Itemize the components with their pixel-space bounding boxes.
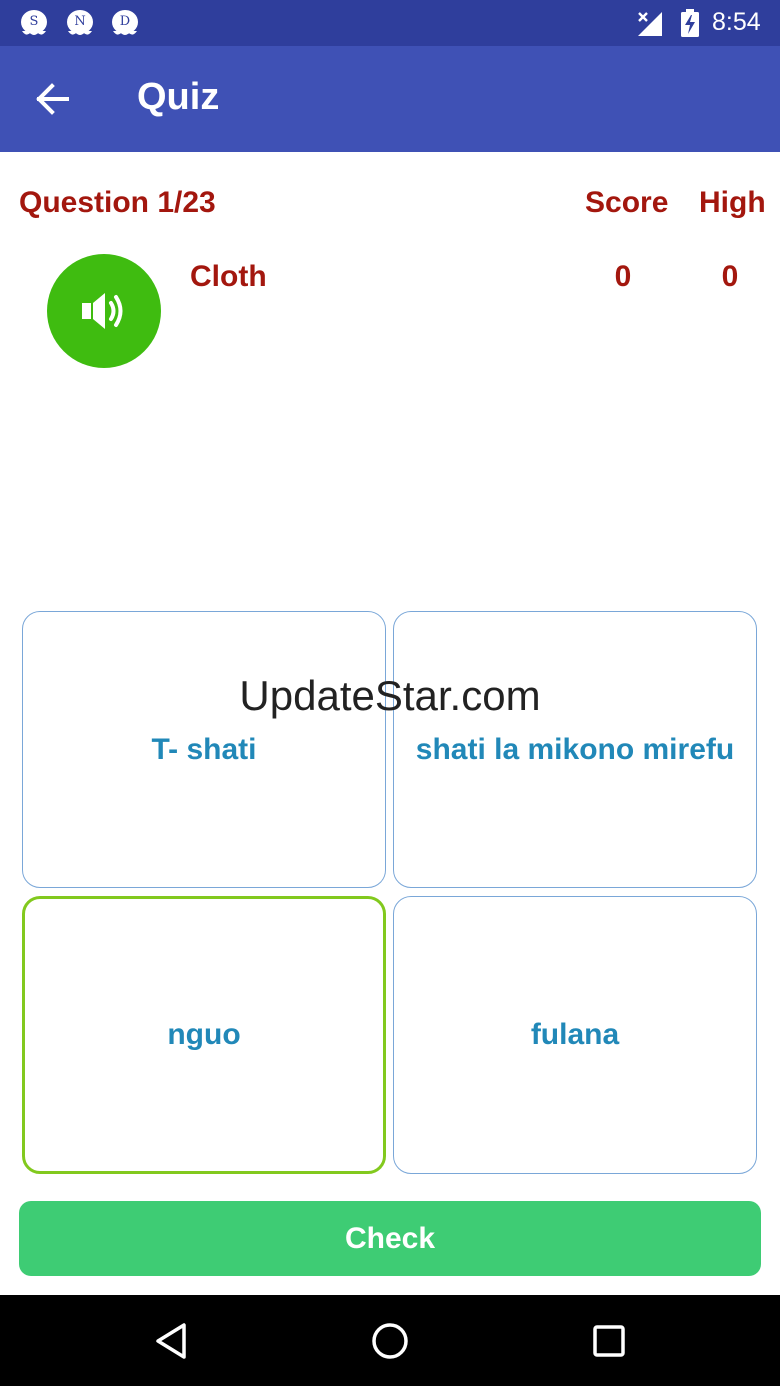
play-audio-button[interactable]	[47, 254, 161, 368]
question-counter: Question 1/23	[19, 186, 216, 219]
speaker-icon	[82, 293, 123, 329]
answer-option-label: shati la mikono mirefu	[415, 732, 735, 766]
app-bar: Quiz	[0, 46, 780, 152]
notification-d-icon: D	[110, 9, 140, 37]
high-label: High	[699, 186, 766, 219]
answer-option-label: fulana	[530, 1018, 620, 1051]
answer-option-label: nguo	[167, 1018, 241, 1051]
page-title: Quiz	[137, 76, 220, 118]
question-word: Cloth	[190, 260, 267, 293]
answer-option-label: T- shati	[151, 732, 257, 766]
check-button-label: Check	[344, 1221, 436, 1255]
battery-charging-icon	[681, 9, 699, 37]
notification-s-icon: S	[19, 9, 49, 37]
answer-option-4[interactable]: fulana	[393, 896, 757, 1174]
answer-option-3[interactable]: nguo	[22, 896, 386, 1174]
back-button[interactable]	[28, 74, 78, 124]
high-score-value: 0	[721, 260, 739, 293]
status-bar: S N D 8:54	[0, 0, 780, 46]
notification-n-icon: N	[65, 9, 95, 37]
check-button[interactable]: Check	[19, 1201, 761, 1276]
home-circle-icon[interactable]	[368, 1319, 412, 1363]
score-value: 0	[614, 260, 632, 293]
recents-square-icon[interactable]	[587, 1319, 631, 1363]
back-triangle-icon[interactable]	[150, 1319, 194, 1363]
answer-option-1[interactable]: T- shati	[22, 611, 386, 888]
score-label: Score	[585, 186, 669, 219]
arrow-left-icon	[36, 83, 69, 115]
signal-icon	[638, 12, 662, 36]
answer-option-2[interactable]: shati la mikono mirefu	[393, 611, 757, 888]
status-clock: 8:54	[712, 8, 761, 36]
navigation-bar	[0, 1295, 780, 1386]
